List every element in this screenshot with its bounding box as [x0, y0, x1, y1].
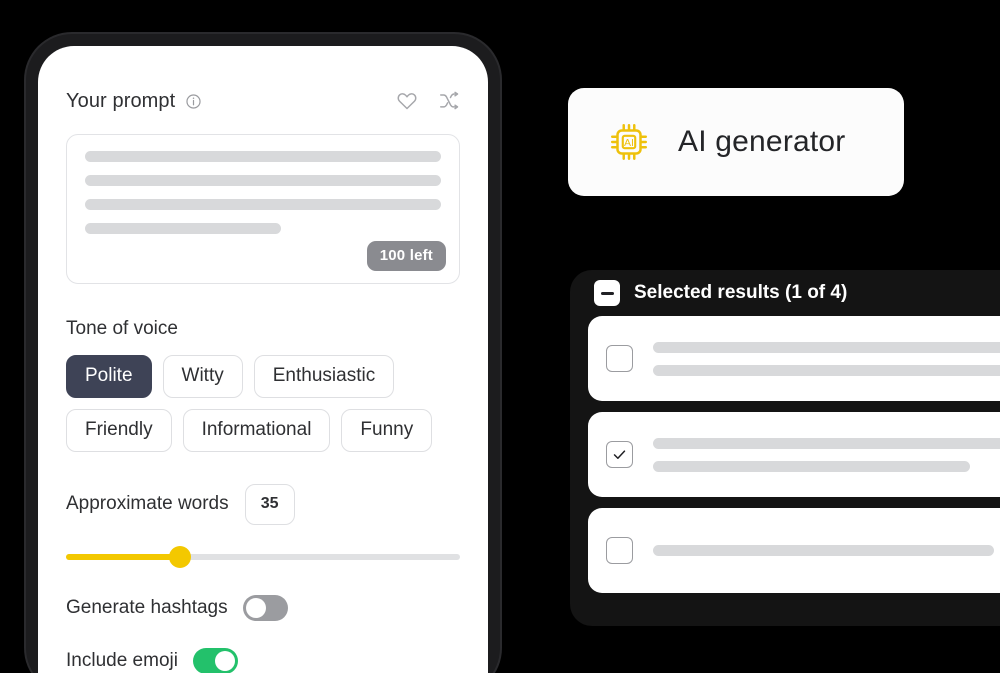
- result-row[interactable]: [588, 508, 1000, 593]
- include-emoji-row: Include emoji: [66, 647, 460, 673]
- skeleton-line: [653, 545, 994, 556]
- tone-chip-funny[interactable]: Funny: [341, 408, 433, 452]
- slider-fill: [66, 553, 181, 560]
- select-all-checkbox[interactable]: [594, 280, 620, 306]
- approximate-words-value[interactable]: 35: [244, 483, 295, 525]
- toggle-knob: [214, 650, 235, 671]
- selected-results-panel: Selected results (1 of 4): [570, 270, 1000, 626]
- result-checkbox[interactable]: [606, 345, 633, 372]
- character-counter-badge: 100 left: [366, 241, 446, 271]
- result-checkbox[interactable]: [606, 537, 633, 564]
- shuffle-icon[interactable]: [438, 90, 460, 112]
- result-skeleton: [653, 437, 1000, 472]
- result-row[interactable]: [588, 412, 1000, 497]
- ai-chip-icon: AI: [606, 119, 652, 165]
- info-circle-icon[interactable]: [185, 93, 202, 110]
- result-row[interactable]: [588, 316, 1000, 401]
- screenshot-stage: Your prompt 100 left Tone of voice Polit…: [0, 0, 1000, 673]
- indeterminate-dash-icon: [600, 291, 614, 295]
- result-skeleton: [653, 341, 1000, 376]
- result-skeleton: [653, 545, 1000, 556]
- toggle-knob: [245, 597, 266, 618]
- phone-frame: Your prompt 100 left Tone of voice Polit…: [26, 34, 500, 673]
- tone-of-voice-options: Polite Witty Enthusiastic Friendly Infor…: [66, 355, 460, 452]
- tone-chip-witty[interactable]: Witty: [162, 355, 243, 398]
- phone-screen: Your prompt 100 left Tone of voice Polit…: [38, 46, 488, 673]
- tone-of-voice-label: Tone of voice: [66, 318, 178, 339]
- check-icon: [613, 450, 626, 459]
- generate-hashtags-toggle[interactable]: [242, 594, 288, 621]
- skeleton-line: [85, 175, 441, 186]
- generate-hashtags-label: Generate hashtags: [66, 596, 228, 618]
- approximate-words-slider[interactable]: [66, 545, 460, 568]
- skeleton-line: [85, 223, 281, 234]
- tone-chip-friendly[interactable]: Friendly: [66, 408, 172, 452]
- approximate-words-label: Approximate words: [66, 493, 229, 515]
- skeleton-line: [85, 199, 441, 210]
- selected-results-title: Selected results (1 of 4): [634, 282, 848, 303]
- ai-generator-button[interactable]: AI AI generator: [568, 88, 904, 196]
- result-checkbox[interactable]: [606, 441, 633, 468]
- skeleton-line: [653, 437, 1000, 449]
- prompt-header: Your prompt: [66, 86, 460, 116]
- skeleton-line: [653, 364, 1000, 376]
- ai-assistant-form: Your prompt 100 left Tone of voice Polit…: [38, 46, 488, 673]
- svg-text:AI: AI: [624, 137, 634, 149]
- heart-icon[interactable]: [396, 90, 418, 112]
- slider-thumb[interactable]: [169, 545, 192, 568]
- skeleton-line: [85, 151, 441, 162]
- approximate-words-row: Approximate words 35: [66, 483, 460, 525]
- prompt-textarea[interactable]: 100 left: [66, 134, 460, 284]
- include-emoji-label: Include emoji: [66, 649, 178, 671]
- skeleton-line: [653, 341, 1000, 353]
- generate-hashtags-row: Generate hashtags: [66, 594, 460, 621]
- tone-chip-polite[interactable]: Polite: [66, 355, 152, 398]
- selected-results-header: Selected results (1 of 4): [570, 270, 1000, 316]
- tone-chip-informational[interactable]: Informational: [182, 408, 331, 452]
- ai-generator-title: AI generator: [678, 125, 846, 158]
- prompt-label: Your prompt: [66, 89, 176, 112]
- skeleton-line: [653, 460, 971, 472]
- tone-chip-enthusiastic[interactable]: Enthusiastic: [253, 355, 395, 398]
- include-emoji-toggle[interactable]: [192, 647, 238, 673]
